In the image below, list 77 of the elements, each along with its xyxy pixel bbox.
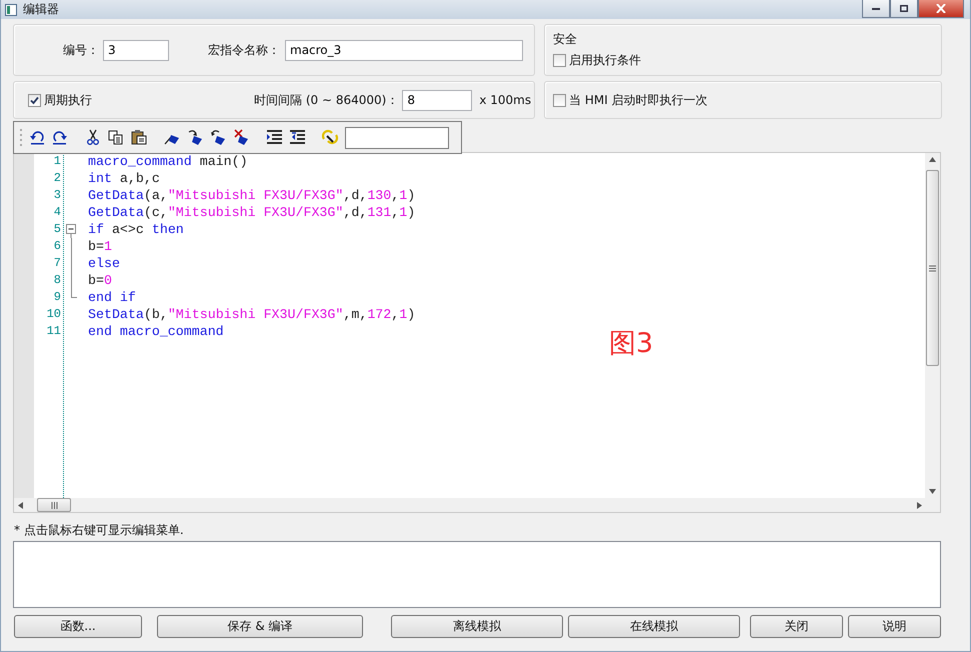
interval-field[interactable]: 8 bbox=[402, 90, 472, 110]
undo-icon[interactable] bbox=[29, 129, 46, 146]
minimize-icon bbox=[872, 8, 880, 10]
unit-label: x 100ms bbox=[479, 93, 532, 107]
line-number: 11 bbox=[46, 323, 62, 340]
checkbox-label: 启用执行条件 bbox=[569, 52, 641, 69]
grip-icon bbox=[929, 264, 936, 272]
checkbox[interactable] bbox=[553, 54, 566, 67]
checkbox-label: 当 HMI 启动时即执行一次 bbox=[569, 92, 708, 108]
scroll-thumb[interactable] bbox=[926, 170, 939, 366]
line-number: 9 bbox=[52, 289, 62, 306]
scroll-left-icon bbox=[18, 502, 23, 508]
copy-icon[interactable] bbox=[108, 129, 125, 146]
code-line: int a,b,c bbox=[88, 170, 160, 187]
indent-icon[interactable] bbox=[266, 129, 283, 146]
checkbox-label: 周期执行 bbox=[44, 92, 92, 108]
outdent-icon[interactable] bbox=[289, 129, 306, 146]
maximize-icon bbox=[900, 5, 908, 12]
macro-name-label: 宏指令名称： bbox=[208, 42, 280, 58]
line-number: 10 bbox=[46, 306, 62, 323]
dialog-button[interactable]: 关闭 bbox=[750, 615, 843, 638]
paste-icon[interactable] bbox=[131, 129, 148, 146]
collapse-icon[interactable] bbox=[66, 224, 76, 238]
cut-icon[interactable] bbox=[85, 129, 102, 146]
clear-bookmarks-icon[interactable] bbox=[233, 129, 250, 146]
close-icon bbox=[936, 4, 946, 13]
maximize-button[interactable] bbox=[890, 0, 918, 18]
checkbox[interactable] bbox=[28, 94, 41, 106]
fold-end-icon bbox=[70, 289, 76, 298]
dialog-button[interactable]: 说明 bbox=[848, 615, 941, 638]
hint-text: * 点击鼠标右键可显示编辑菜单. bbox=[14, 522, 185, 538]
line-number: 2 bbox=[52, 170, 62, 187]
checkbox[interactable] bbox=[553, 94, 566, 106]
dialog-button[interactable]: 函数... bbox=[14, 615, 142, 638]
minimize-button[interactable] bbox=[862, 0, 890, 18]
line-number: 4 bbox=[52, 204, 62, 221]
window-icon bbox=[5, 4, 17, 16]
dialog-button[interactable]: 离线模拟 bbox=[391, 615, 563, 638]
grip-icon bbox=[50, 502, 58, 508]
line-number: 3 bbox=[52, 187, 62, 204]
scroll-down-icon bbox=[929, 489, 936, 494]
number-field[interactable]: 3 bbox=[103, 40, 169, 60]
close-button[interactable] bbox=[918, 0, 964, 18]
line-number: 6 bbox=[52, 238, 62, 255]
line-number: 1 bbox=[52, 153, 62, 170]
group-title: 安全 bbox=[553, 31, 577, 48]
interval-label: 时间间隔 (0 ~ 864000)： bbox=[254, 92, 398, 108]
dialog-button[interactable]: 保存 & 编译 bbox=[157, 615, 363, 638]
previous-bookmark-icon[interactable] bbox=[210, 129, 227, 146]
dialog-button[interactable]: 在线模拟 bbox=[568, 615, 740, 638]
line-number: 7 bbox=[52, 255, 62, 272]
search-field[interactable] bbox=[345, 126, 449, 148]
code-line: if a<>c then bbox=[88, 221, 184, 238]
code-line: GetData(a,"Mitsubishi FX3U/FX3G",d,130,1) bbox=[88, 187, 416, 204]
horizontal-scrollbar[interactable] bbox=[14, 498, 940, 512]
window-title: 编辑器 bbox=[23, 1, 59, 18]
code-line: macro_command main() bbox=[88, 153, 248, 170]
scroll-up-icon bbox=[929, 157, 936, 162]
next-bookmark-icon[interactable] bbox=[187, 129, 204, 146]
line-number: 5 bbox=[52, 221, 62, 238]
code-line: end if bbox=[88, 289, 136, 306]
annotation-label: 图3 bbox=[609, 327, 654, 361]
scroll-thumb[interactable] bbox=[37, 498, 71, 512]
grip-icon bbox=[20, 126, 23, 148]
macro-name-field[interactable]: macro_3 bbox=[285, 40, 523, 60]
redo-icon[interactable] bbox=[52, 129, 69, 146]
find-replace-icon[interactable] bbox=[322, 129, 339, 146]
number-label: 编号： bbox=[63, 42, 99, 58]
code-line: b=1 bbox=[88, 238, 112, 255]
code-line: GetData(c,"Mitsubishi FX3U/FX3G",d,131,1) bbox=[88, 204, 416, 221]
vertical-scrollbar[interactable] bbox=[925, 153, 940, 498]
scroll-right-icon bbox=[917, 502, 922, 508]
code-line: end macro_command bbox=[88, 323, 224, 340]
code-line: SetData(b,"Mitsubishi FX3U/FX3G",m,172,1) bbox=[88, 306, 416, 323]
code-line: else bbox=[88, 255, 120, 272]
line-number: 8 bbox=[52, 272, 62, 289]
code-line: b=0 bbox=[88, 272, 112, 289]
